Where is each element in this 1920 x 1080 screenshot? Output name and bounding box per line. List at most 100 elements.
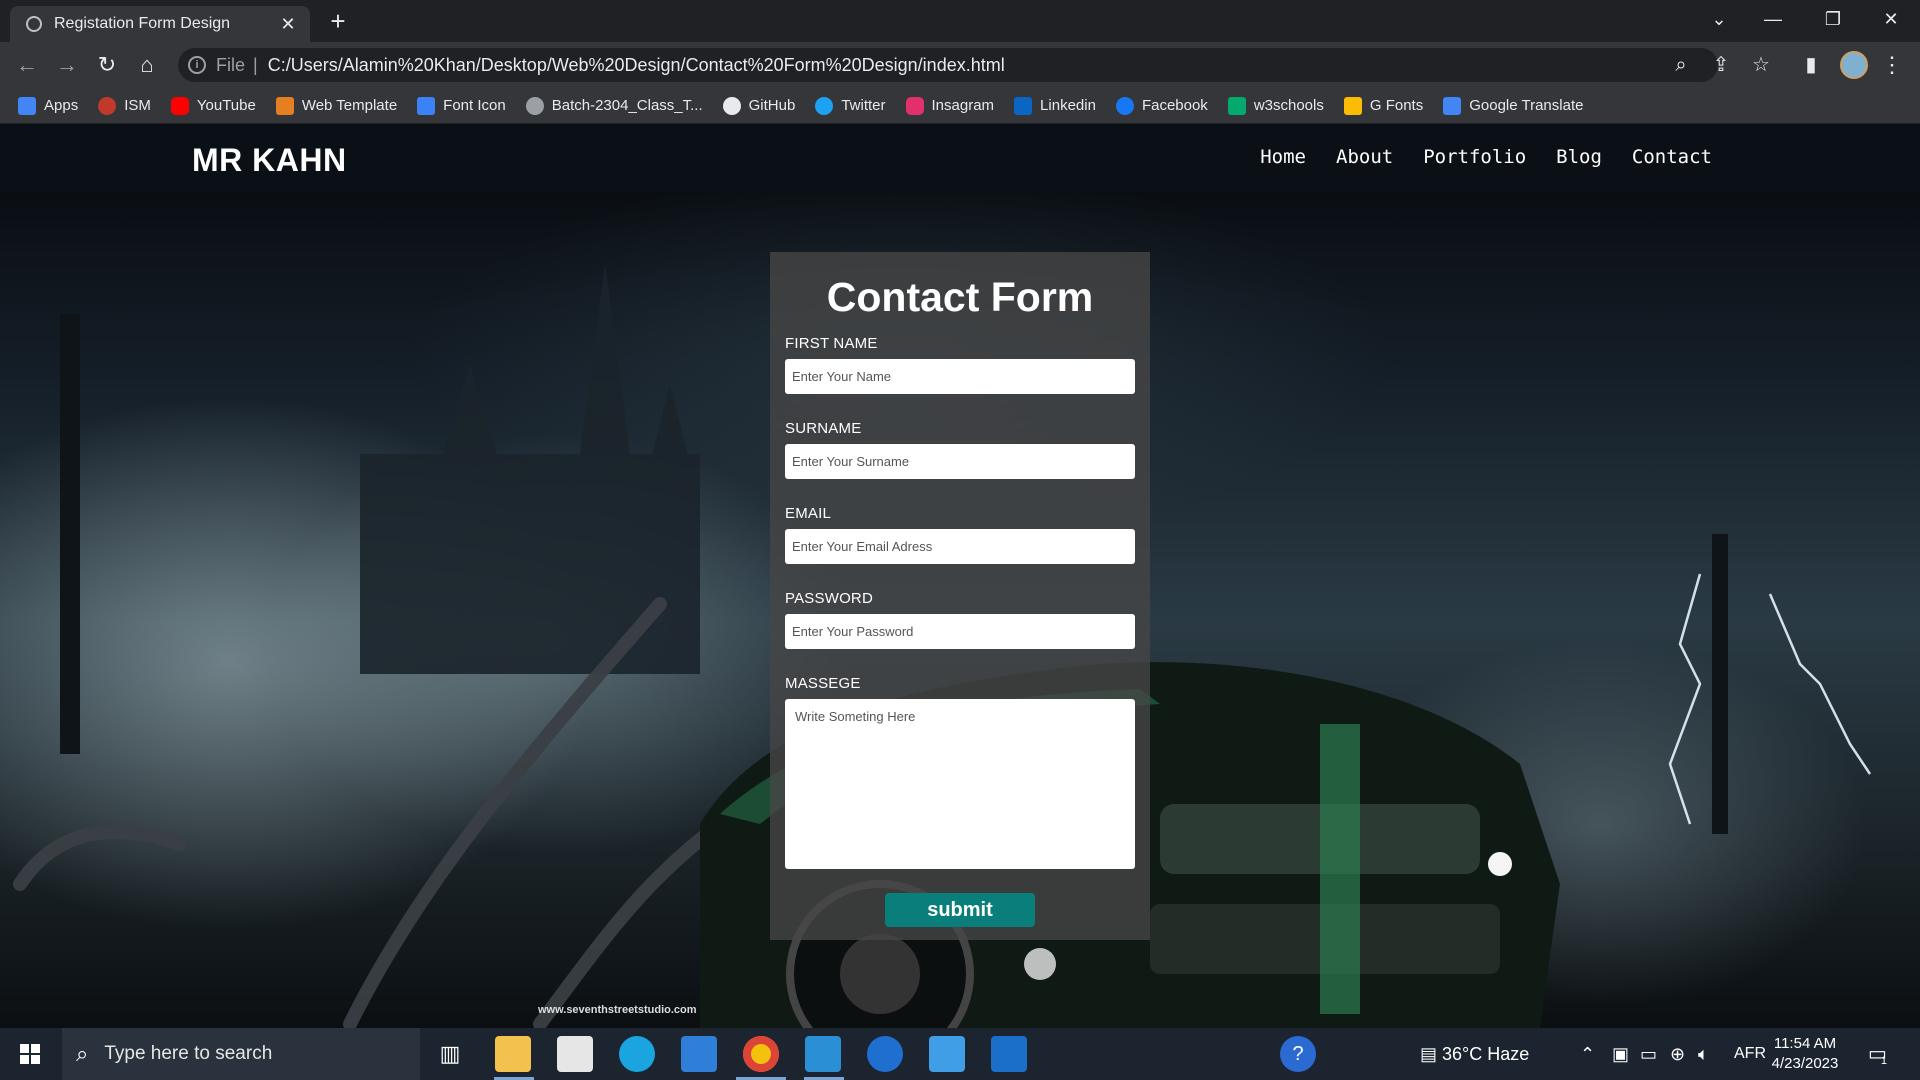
browser-menu-icon[interactable]: ⋮: [1880, 50, 1904, 80]
bookmark-font-icon[interactable]: Font Icon: [417, 96, 506, 115]
message-label: MASSEGE: [785, 675, 861, 692]
form-title: Contact Form: [826, 274, 1094, 320]
meet-icon[interactable]: ▣: [1612, 1028, 1629, 1080]
clock-date: 4/23/2023: [1771, 1055, 1839, 1072]
bookmark-linkedin[interactable]: Linkedin: [1014, 96, 1096, 115]
site-info-icon[interactable]: i: [188, 56, 206, 74]
file-explorer-icon[interactable]: [495, 1036, 531, 1072]
nav-contact[interactable]: Contact: [1632, 146, 1712, 168]
imo-icon[interactable]: [867, 1036, 903, 1072]
image-watermark: www.seventhstreetstudio.com: [538, 1004, 697, 1016]
weather-text: 36°C Haze: [1442, 1044, 1530, 1064]
browser-tabstrip: Registation Form Design ✕ + ⌄ — ❐ ✕: [0, 0, 1920, 42]
video-editor-icon[interactable]: [991, 1036, 1027, 1072]
edge-icon[interactable]: [619, 1036, 655, 1072]
windows-start-icon[interactable]: [10, 1038, 50, 1070]
reload-icon[interactable]: ↻: [92, 50, 122, 80]
close-tab-icon[interactable]: ✕: [278, 14, 298, 35]
bookmark-star-icon[interactable]: ☆: [1746, 50, 1776, 80]
flag-icon: [417, 96, 436, 115]
weather-widget[interactable]: ▤ 36°C Haze: [1420, 1028, 1529, 1080]
bookmark-web-template[interactable]: Web Template: [275, 96, 397, 115]
task-view-icon[interactable]: ▥: [432, 1036, 468, 1072]
email-label: EMAIL: [785, 505, 832, 522]
message-textarea[interactable]: [785, 699, 1135, 869]
nav-about[interactable]: About: [1336, 146, 1393, 168]
microsoft-store-icon[interactable]: [557, 1036, 593, 1072]
youtube-icon: [170, 96, 189, 115]
taskbar-search-placeholder: Type here to search: [104, 1043, 273, 1064]
surname-input[interactable]: [785, 444, 1135, 479]
share-icon[interactable]: ⇪: [1706, 50, 1736, 80]
globe-icon: [26, 16, 42, 32]
bookmark-facebook[interactable]: Facebook: [1115, 96, 1208, 115]
bookmark-youtube[interactable]: YouTube: [170, 96, 256, 115]
url-scheme: File: [216, 54, 246, 75]
bookmark-batch[interactable]: Batch-2304_Class_T...: [525, 96, 703, 115]
new-tab-button[interactable]: +: [323, 6, 353, 36]
mail-icon[interactable]: [681, 1036, 717, 1072]
address-bar[interactable]: i File | C:/Users/Alamin%20Khan/Desktop/…: [178, 48, 1718, 82]
side-panel-icon[interactable]: ▮: [1796, 50, 1826, 80]
browser-toolbar: ← → ↻ ⌂ i File | C:/Users/Alamin%20Khan/…: [0, 42, 1920, 88]
restore-icon[interactable]: ❐: [1806, 0, 1860, 42]
zoom-icon[interactable]: ⌕: [1666, 50, 1696, 80]
bookmark-gfonts[interactable]: G Fonts: [1343, 96, 1423, 115]
github-icon: [722, 96, 741, 115]
network-globe-icon[interactable]: ⊕: [1670, 1028, 1685, 1080]
volume-icon[interactable]: 🔈︎: [1698, 1028, 1709, 1080]
nav-home[interactable]: Home: [1260, 146, 1306, 168]
surname-label: SURNAME: [785, 420, 862, 437]
battery-icon[interactable]: ▭: [1640, 1028, 1657, 1080]
close-window-icon[interactable]: ✕: [1864, 0, 1918, 42]
help-icon[interactable]: ?: [1280, 1036, 1316, 1072]
nav-blog[interactable]: Blog: [1556, 146, 1602, 168]
bookmark-instagram[interactable]: Insagram: [905, 96, 994, 115]
facebook-icon: [1115, 96, 1134, 115]
chrome-icon[interactable]: [743, 1036, 779, 1072]
bookmark-w3schools[interactable]: w3schools: [1227, 96, 1324, 115]
photos-icon[interactable]: [929, 1036, 965, 1072]
globe-icon: [525, 96, 544, 115]
w3schools-icon: [1227, 96, 1246, 115]
url-text[interactable]: C:/Users/Alamin%20Khan/Desktop/Web%20Des…: [268, 55, 1005, 76]
windows-taskbar: ⌕ Type here to search ▥ ? ▤ 36°C Haze ⌃ …: [0, 1028, 1920, 1080]
profile-avatar[interactable]: [1840, 51, 1868, 79]
browser-tab[interactable]: Registation Form Design ✕: [10, 6, 310, 42]
bookmark-github[interactable]: GitHub: [722, 96, 795, 115]
contact-form: Contact Form FIRST NAME SURNAME EMAIL PA…: [770, 252, 1150, 940]
first-name-input[interactable]: [785, 359, 1135, 394]
password-input[interactable]: [785, 614, 1135, 649]
instagram-icon: [905, 96, 924, 115]
apps-grid-icon: [18, 96, 36, 115]
tab-title: Registation Form Design: [54, 15, 231, 32]
bookmark-google-translate[interactable]: Google Translate: [1443, 96, 1583, 115]
submit-button[interactable]: submit: [885, 893, 1035, 927]
taskbar-clock[interactable]: 11:54 AM 4/23/2023: [1760, 1034, 1850, 1074]
tab-search-chevron-icon[interactable]: ⌄: [1692, 0, 1746, 42]
notification-count: 1: [1880, 1055, 1888, 1067]
forward-arrow-icon[interactable]: →: [52, 50, 82, 80]
vscode-icon[interactable]: [805, 1036, 841, 1072]
show-hidden-icons-chevron-icon[interactable]: ⌃: [1580, 1028, 1595, 1080]
template-t-icon: [275, 96, 294, 115]
google-fonts-icon: [1343, 96, 1362, 115]
site-header: MR KAHN Home About Portfolio Blog Contac…: [0, 124, 1920, 192]
bookmark-twitter[interactable]: Twitter: [815, 96, 886, 115]
notifications-icon[interactable]: ▭1: [1868, 1028, 1893, 1080]
bookmark-ism[interactable]: ISM: [98, 96, 151, 115]
weather-icon: ▤: [1420, 1044, 1438, 1064]
bookmark-apps[interactable]: Apps: [18, 96, 78, 115]
site-logo[interactable]: MR KAHN: [192, 142, 347, 179]
taskbar-search[interactable]: ⌕ Type here to search: [62, 1028, 420, 1080]
site-nav: Home About Portfolio Blog Contact: [1230, 146, 1712, 168]
home-icon[interactable]: ⌂: [132, 50, 162, 80]
bookmarks-bar: Apps ISM YouTube Web Template Font Icon …: [0, 88, 1920, 124]
nav-portfolio[interactable]: Portfolio: [1423, 146, 1526, 168]
minimize-icon[interactable]: —: [1746, 0, 1800, 42]
twitter-icon: [815, 96, 834, 115]
url-separator: |: [253, 54, 258, 75]
back-arrow-icon[interactable]: ←: [12, 50, 42, 80]
password-label: PASSWORD: [785, 590, 873, 607]
email-input[interactable]: [785, 529, 1135, 564]
